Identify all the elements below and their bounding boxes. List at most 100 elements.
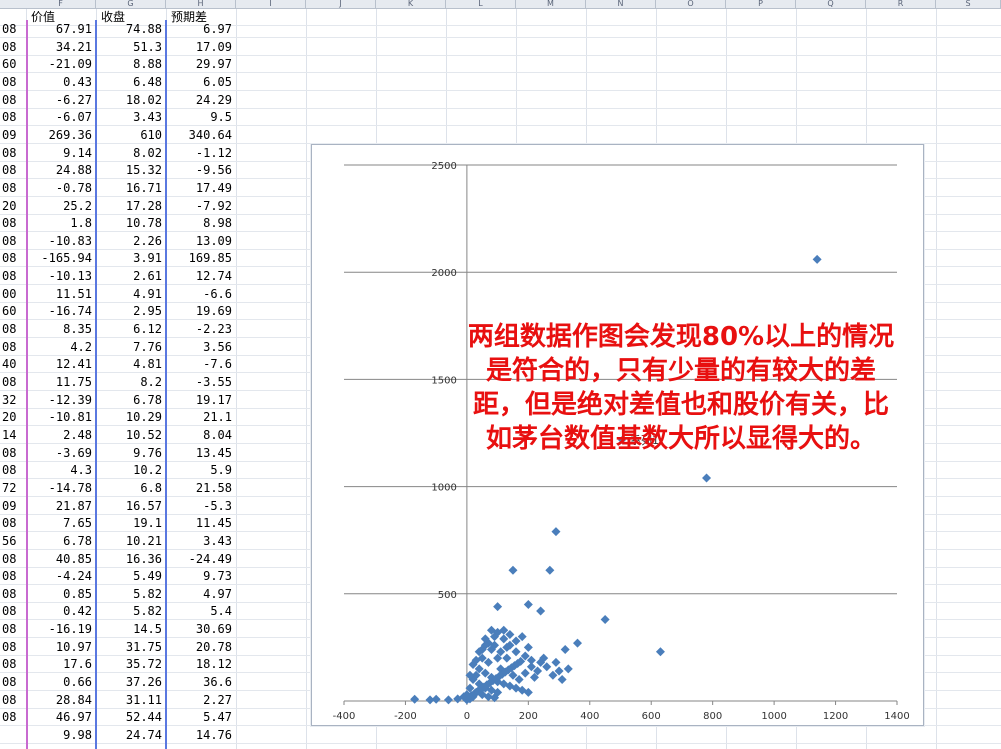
row-prefix-cell[interactable]: 72	[0, 480, 27, 497]
data-cell[interactable]: -14.78	[28, 480, 92, 497]
column-header-l[interactable]: L	[446, 0, 516, 8]
row-prefix-cell[interactable]: 08	[0, 551, 27, 568]
data-cell[interactable]: -12.39	[28, 392, 92, 409]
data-cell[interactable]: 4.81	[98, 356, 162, 373]
data-cell[interactable]: 9.76	[98, 445, 162, 462]
data-cell[interactable]: 6.78	[98, 392, 162, 409]
row-prefix-cell[interactable]: 14	[0, 427, 27, 444]
data-cell[interactable]: 1.8	[28, 215, 92, 232]
data-cell[interactable]: 5.49	[98, 568, 162, 585]
data-cell[interactable]: 46.97	[28, 709, 92, 726]
data-cell[interactable]: 4.97	[168, 586, 232, 603]
data-cell[interactable]: 2.26	[98, 233, 162, 250]
data-cell[interactable]: 24.88	[28, 162, 92, 179]
data-cell[interactable]: 5.82	[98, 603, 162, 620]
data-cell[interactable]: 4.91	[98, 286, 162, 303]
data-cell[interactable]: 5.9	[168, 462, 232, 479]
data-cell[interactable]: -6.6	[168, 286, 232, 303]
data-cell[interactable]: 0.43	[28, 74, 92, 91]
row-prefix-cell[interactable]: 08	[0, 621, 27, 638]
data-cell[interactable]: 10.21	[98, 533, 162, 550]
data-cell[interactable]: 0.85	[28, 586, 92, 603]
data-cell[interactable]: 5.4	[168, 603, 232, 620]
data-cell[interactable]: 0.42	[28, 603, 92, 620]
data-cell[interactable]: 36.6	[168, 674, 232, 691]
data-cell[interactable]: 3.43	[168, 533, 232, 550]
row-prefix-cell[interactable]: 08	[0, 145, 27, 162]
column-header-o[interactable]: O	[656, 0, 726, 8]
data-cell[interactable]: 6.8	[98, 480, 162, 497]
data-cell[interactable]: -6.07	[28, 109, 92, 126]
data-cell[interactable]: 4.2	[28, 339, 92, 356]
data-cell[interactable]: 20.78	[168, 639, 232, 656]
row-prefix-cell[interactable]: 08	[0, 74, 27, 91]
data-cell[interactable]: 6.48	[98, 74, 162, 91]
row-prefix-cell[interactable]: 08	[0, 233, 27, 250]
data-cell[interactable]: 17.49	[168, 180, 232, 197]
data-cell[interactable]: 340.64	[168, 127, 232, 144]
column-header-h[interactable]: H	[166, 0, 236, 8]
row-prefix-cell[interactable]: 60	[0, 303, 27, 320]
data-cell[interactable]: 11.51	[28, 286, 92, 303]
row-prefix-cell[interactable]: 00	[0, 286, 27, 303]
data-cell[interactable]: 8.2	[98, 374, 162, 391]
row-prefix-cell[interactable]: 08	[0, 515, 27, 532]
data-cell[interactable]: 9.14	[28, 145, 92, 162]
data-cell[interactable]: 74.88	[98, 21, 162, 38]
data-cell[interactable]: 11.45	[168, 515, 232, 532]
data-cell[interactable]: 34.21	[28, 39, 92, 56]
row-prefix-cell[interactable]	[0, 727, 27, 744]
row-prefix-cell[interactable]: 08	[0, 180, 27, 197]
data-cell[interactable]: 7.76	[98, 339, 162, 356]
row-prefix-cell[interactable]: 08	[0, 445, 27, 462]
data-cell[interactable]: 24.74	[98, 727, 162, 744]
row-prefix-cell[interactable]: 08	[0, 692, 27, 709]
data-cell[interactable]: 19.69	[168, 303, 232, 320]
data-cell[interactable]: 25.2	[28, 198, 92, 215]
data-cell[interactable]: -4.24	[28, 568, 92, 585]
row-prefix-cell[interactable]: 08	[0, 462, 27, 479]
data-cell[interactable]: -6.27	[28, 92, 92, 109]
data-cell[interactable]: 610	[98, 127, 162, 144]
column-header-p[interactable]: P	[726, 0, 796, 8]
row-prefix-cell[interactable]: 08	[0, 321, 27, 338]
data-cell[interactable]: 9.5	[168, 109, 232, 126]
data-cell[interactable]: 10.97	[28, 639, 92, 656]
data-cell[interactable]: 8.88	[98, 56, 162, 73]
data-cell[interactable]: 16.36	[98, 551, 162, 568]
data-cell[interactable]: 21.1	[168, 409, 232, 426]
data-cell[interactable]: -16.19	[28, 621, 92, 638]
data-cell[interactable]: 8.98	[168, 215, 232, 232]
data-cell[interactable]: 3.91	[98, 250, 162, 267]
column-header-s[interactable]: S	[936, 0, 1001, 8]
data-cell[interactable]: -0.78	[28, 180, 92, 197]
data-cell[interactable]: 14.76	[168, 727, 232, 744]
data-cell[interactable]: 18.02	[98, 92, 162, 109]
row-prefix-cell[interactable]: 08	[0, 568, 27, 585]
column-header-n[interactable]: N	[586, 0, 656, 8]
data-cell[interactable]: 10.78	[98, 215, 162, 232]
data-cell[interactable]: 16.57	[98, 498, 162, 515]
data-cell[interactable]: 3.43	[98, 109, 162, 126]
row-prefix-cell[interactable]: 08	[0, 268, 27, 285]
data-cell[interactable]: -7.6	[168, 356, 232, 373]
data-cell[interactable]: 14.5	[98, 621, 162, 638]
data-cell[interactable]: -1.12	[168, 145, 232, 162]
data-cell[interactable]: 5.82	[98, 586, 162, 603]
data-cell[interactable]: 8.02	[98, 145, 162, 162]
row-prefix-cell[interactable]: 08	[0, 109, 27, 126]
row-prefix-cell[interactable]: 08	[0, 674, 27, 691]
data-cell[interactable]: 11.75	[28, 374, 92, 391]
data-cell[interactable]: 8.35	[28, 321, 92, 338]
data-cell[interactable]: 67.91	[28, 21, 92, 38]
data-cell[interactable]: 16.71	[98, 180, 162, 197]
data-cell[interactable]: 0.66	[28, 674, 92, 691]
data-cell[interactable]: 24.29	[168, 92, 232, 109]
column-header-f[interactable]: F	[26, 0, 96, 8]
data-cell[interactable]: -24.49	[168, 551, 232, 568]
row-prefix-cell[interactable]: 08	[0, 603, 27, 620]
data-cell[interactable]: 2.27	[168, 692, 232, 709]
row-prefix-cell[interactable]: 08	[0, 586, 27, 603]
data-cell[interactable]: 2.61	[98, 268, 162, 285]
data-cell[interactable]: 18.12	[168, 656, 232, 673]
